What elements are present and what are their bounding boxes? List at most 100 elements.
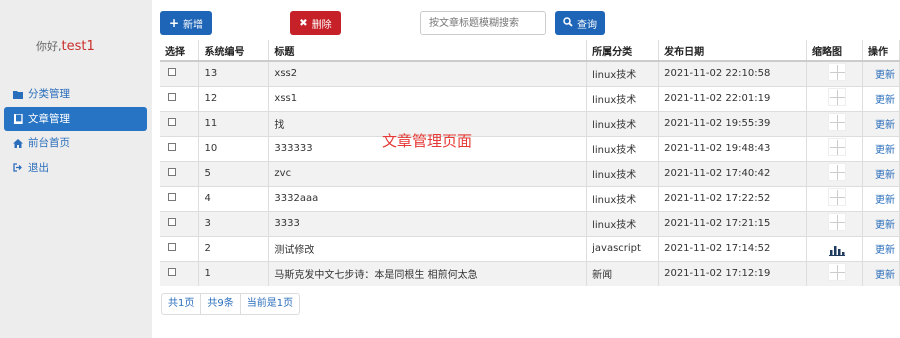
table-row: 2 测试修改 javascript 2021-11-02 17:14:52 更新 [160,235,900,261]
thumbnail-cell [806,135,863,161]
thumbnail-cell [806,85,863,111]
thumbnail-cell [806,160,863,186]
sidebar: 你好,test1 分类管理 文章管理 前台首页 退出 [0,0,152,338]
sidebar-item-articles[interactable]: 文章管理 [4,106,147,131]
date-cell: 2021-11-02 17:40:42 [658,160,807,186]
update-link[interactable]: 更新 [862,185,900,211]
plus-icon: + [168,16,180,30]
pager-current[interactable]: 当前是1页 [241,294,299,314]
update-link[interactable]: 更新 [862,260,900,286]
select-cell [160,185,200,211]
add-button[interactable]: + 新增 [160,11,212,35]
sidebar-item-label: 前台首页 [28,137,70,149]
book-icon [12,113,24,124]
title-cell: xss2 [268,60,588,86]
close-icon: ✖ [299,17,308,29]
category-cell: linux技术 [586,135,660,161]
pager-total-pages[interactable]: 共1页 [162,294,202,314]
select-cell [160,85,200,111]
thumbnail-cell [806,210,863,236]
date-cell: 2021-11-02 22:10:58 [658,60,807,86]
placeholder-thumbnail-icon [827,113,846,131]
article-table: 选择 系统编号 标题 所属分类 发布日期 缩略图 操作 13 xss2 linux技… [160,40,900,286]
row-checkbox[interactable] [168,218,176,226]
id-cell: 3 [198,210,270,236]
select-cell [160,260,200,286]
category-cell: linux技术 [586,110,660,136]
table-row: 12 xss1 linux技术 2021-11-02 22:01:19 更新 [160,85,900,111]
table-header: 选择 系统编号 标题 所属分类 发布日期 缩略图 操作 [160,40,900,62]
update-link[interactable]: 更新 [862,60,900,86]
update-link[interactable]: 更新 [862,135,900,161]
id-cell: 1 [198,260,270,286]
column-header: 系统编号 [198,40,270,62]
id-cell: 2 [198,235,270,261]
username: test1 [61,39,95,54]
category-cell: javascript [586,235,660,261]
select-cell [160,110,200,136]
id-cell: 13 [198,60,270,86]
thumbnail-cell [806,235,863,261]
placeholder-thumbnail-icon [827,88,846,106]
select-cell [160,160,200,186]
row-checkbox[interactable] [168,168,176,176]
select-cell [160,60,200,86]
table-row: 3 3333 linux技术 2021-11-02 17:21:15 更新 [160,210,900,236]
update-link[interactable]: 更新 [862,160,900,186]
title-cell: 马斯克发中文七步诗：本是同根生 相煎何太急 [268,260,588,286]
row-checkbox[interactable] [168,143,176,151]
date-cell: 2021-11-02 19:48:43 [658,135,807,161]
select-cell [160,235,200,261]
user-greeting: 你好,test1 [36,38,95,54]
id-cell: 10 [198,135,270,161]
add-button-label: 新增 [183,19,204,31]
category-cell: 新闻 [586,260,660,286]
id-cell: 4 [198,185,270,211]
category-cell: linux技术 [586,85,660,111]
column-header: 所属分类 [586,40,660,62]
select-cell [160,135,200,161]
select-cell [160,210,200,236]
date-cell: 2021-11-02 22:01:19 [658,85,807,111]
category-cell: linux技术 [586,60,660,86]
sidebar-item-home[interactable]: 前台首页 [4,131,147,155]
date-cell: 2021-11-02 19:55:39 [658,110,807,136]
sidebar-nav: 分类管理 文章管理 前台首页 退出 [4,82,147,180]
delete-button[interactable]: ✖ 删除 [290,11,341,35]
row-checkbox[interactable] [168,68,176,77]
table-row: 1 马斯克发中文七步诗：本是同根生 相煎何太急 新闻 2021-11-02 17:12… [160,260,900,286]
column-header: 操作 [862,40,900,62]
placeholder-thumbnail-icon [827,138,846,156]
row-checkbox[interactable] [168,243,176,251]
update-link[interactable]: 更新 [862,235,900,261]
title-cell: 3332aaa [268,185,588,211]
table-row: 5 zvc linux技术 2021-11-02 17:40:42 更新 [160,160,900,186]
date-cell: 2021-11-02 17:22:52 [658,185,807,211]
row-checkbox[interactable] [168,118,176,126]
page-caption: 文章管理页面 [382,132,473,150]
search-input[interactable] [420,11,546,35]
table-row: 11 找 linux技术 2021-11-02 19:55:39 更新 [160,110,900,136]
row-checkbox[interactable] [168,268,176,277]
title-cell: 3333 [268,210,588,236]
update-link[interactable]: 更新 [862,210,900,236]
column-header: 选择 [160,40,200,62]
sidebar-item-logout[interactable]: 退出 [4,156,147,180]
date-cell: 2021-11-02 17:14:52 [658,235,807,261]
title-cell: zvc [268,160,588,186]
update-link[interactable]: 更新 [862,110,900,136]
table-row: 10 333333 linux技术 2021-11-02 19:48:43 更新 [160,135,900,161]
pager-total-items[interactable]: 共9条 [201,294,241,314]
search-icon [563,16,573,30]
query-button[interactable]: 查询 [555,11,605,35]
delete-button-label: 删除 [311,19,332,31]
row-checkbox[interactable] [168,193,176,201]
sidebar-item-category[interactable]: 分类管理 [4,82,147,106]
placeholder-thumbnail-icon [827,263,846,282]
category-cell: linux技术 [586,160,660,186]
id-cell: 5 [198,160,270,186]
logout-icon [12,163,24,172]
query-button-label: 查询 [577,19,597,31]
row-checkbox[interactable] [168,93,176,101]
update-link[interactable]: 更新 [862,85,900,111]
